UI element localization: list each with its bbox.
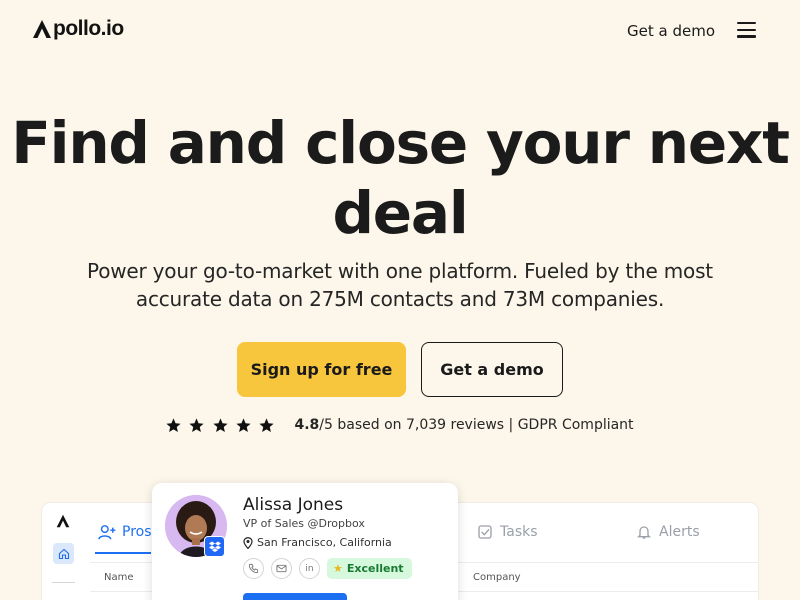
star-icon: [189, 417, 204, 432]
star-icon: [259, 417, 274, 432]
sidebar-divider: [52, 582, 75, 583]
excellent-badge-label: Excellent: [346, 562, 404, 575]
rating-row: 4.8 /5 based on 7,039 reviews | GDPR Com…: [165, 414, 634, 436]
star-badge-icon: ★: [333, 562, 343, 575]
column-header-name[interactable]: Name: [104, 572, 134, 583]
contact-name: Alissa Jones: [243, 495, 344, 515]
tab-alerts-label: Alerts: [659, 524, 700, 540]
home-icon[interactable]: [53, 543, 74, 564]
apollo-sidebar-logo-icon: [56, 514, 70, 528]
location-pin-icon: [243, 536, 253, 549]
star-icon: [213, 417, 228, 432]
star-icon: [166, 417, 181, 432]
add-person-icon: [98, 525, 116, 540]
excellent-badge: ★ Excellent: [327, 558, 412, 579]
phone-icon[interactable]: [243, 558, 264, 579]
contact-location-text: San Francisco, California: [257, 536, 392, 549]
apollo-logo-icon: [33, 20, 51, 38]
checkbox-icon: [478, 525, 492, 539]
sign-up-button[interactable]: Sign up for free: [237, 342, 406, 397]
hero-subtitle: Power your go-to-market with one platfor…: [87, 259, 713, 311]
star-icon: [236, 417, 251, 432]
site-header: pollo.io Get a demo: [0, 0, 800, 60]
linkedin-icon[interactable]: in: [299, 558, 320, 579]
contact-actions: in ★ Excellent: [243, 558, 412, 579]
dropbox-icon: [204, 536, 225, 557]
rating-score: 4.8: [294, 417, 320, 433]
tab-prospects[interactable]: Pros: [98, 524, 152, 540]
tab-tasks-label: Tasks: [500, 524, 538, 540]
get-demo-button[interactable]: Get a demo: [421, 342, 563, 397]
hamburger-menu-icon[interactable]: [737, 22, 759, 38]
contact-location: San Francisco, California: [243, 536, 392, 549]
header-demo-link[interactable]: Get a demo: [627, 22, 715, 40]
logo-text: pollo.io: [53, 17, 124, 40]
primary-action-button[interactable]: [243, 593, 347, 600]
tab-prospects-label: Pros: [122, 524, 152, 540]
tab-alerts[interactable]: Alerts: [636, 524, 700, 540]
active-tab-indicator: [95, 552, 151, 554]
hero-title: Find and close your next deal: [11, 109, 790, 247]
tab-tasks[interactable]: Tasks: [477, 524, 538, 540]
email-icon[interactable]: [271, 558, 292, 579]
rating-stars: [165, 417, 281, 434]
contact-profile-card[interactable]: Alissa Jones VP of Sales @Dropbox San Fr…: [152, 483, 458, 600]
contact-title: VP of Sales @Dropbox: [243, 517, 365, 530]
column-header-company[interactable]: Company: [473, 572, 521, 583]
bell-icon: [637, 526, 651, 539]
rating-text: /5 based on 7,039 reviews | GDPR Complia…: [319, 417, 634, 433]
apollo-logo[interactable]: pollo.io: [32, 17, 124, 41]
